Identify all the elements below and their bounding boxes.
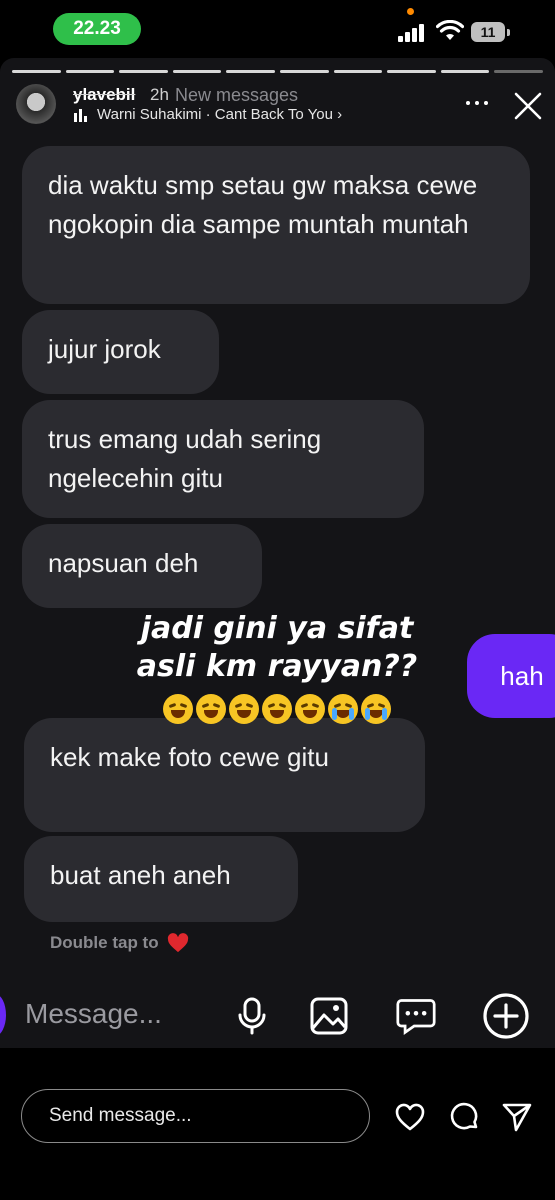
story-time-ago: 2h <box>150 85 169 104</box>
music-track-label[interactable]: Warni Suhakimi · Cant Back To You › <box>97 106 342 123</box>
rofl-emoji <box>163 694 193 724</box>
close-icon[interactable] <box>512 90 544 122</box>
status-bar: 22.23 11 <box>0 0 555 58</box>
caption-line-2: asli km rayyan?? <box>136 649 418 684</box>
rofl-emoji <box>196 694 226 724</box>
heart-icon[interactable] <box>394 1101 426 1133</box>
gallery-icon[interactable] <box>309 996 349 1036</box>
story-view[interactable]: ylavebil 2h New messages Warni Suhakimi … <box>0 58 555 1048</box>
double-tap-hint: Double tap to <box>50 933 189 953</box>
caption-line-1: jadi gini ya sifat <box>140 611 414 646</box>
cellular-signal-icon <box>398 22 428 42</box>
sticker-chat-icon[interactable] <box>396 996 436 1036</box>
music-bars-icon <box>74 109 90 122</box>
rofl-emoji <box>295 694 325 724</box>
send-icon[interactable] <box>501 1101 533 1133</box>
story-overlay-caption: jadi gini ya sifat asli km rayyan?? <box>112 610 442 686</box>
battery-indicator: 11 <box>471 22 510 42</box>
status-time: 22.23 <box>53 13 141 45</box>
double-tap-label: Double tap to <box>50 933 159 952</box>
rofl-emoji <box>229 694 259 724</box>
message-composer: Message... <box>0 986 555 1048</box>
red-heart-icon <box>167 933 188 953</box>
rofl-emoji <box>262 694 292 724</box>
crying-emoji <box>361 694 391 724</box>
avatar[interactable] <box>16 84 56 124</box>
wifi-icon <box>436 20 464 40</box>
message-input[interactable]: Message... <box>25 998 162 1030</box>
add-icon[interactable] <box>482 992 530 1040</box>
message-bubble: dia waktu smp setau gw maksa cewe ngokop… <box>22 146 530 304</box>
microphone-icon[interactable] <box>232 996 272 1036</box>
message-bubble: jujur jorok <box>22 310 219 394</box>
message-bubble: trus emang udah sering ngelecehin gitu <box>22 400 424 518</box>
message-bubble: buat aneh aneh <box>24 836 298 922</box>
story-reply-bar: Send message... <box>0 1048 555 1200</box>
new-messages-label: New messages <box>175 85 299 105</box>
emoji-row <box>146 694 408 724</box>
privacy-indicator-dot <box>407 8 414 15</box>
comment-icon[interactable] <box>448 1101 480 1133</box>
message-bubble: kek make foto cewe gitu <box>24 718 425 832</box>
story-progress-bar <box>12 70 543 73</box>
more-options-icon[interactable] <box>465 98 491 108</box>
send-message-input[interactable]: Send message... <box>21 1089 370 1143</box>
outgoing-message-bubble: hah <box>467 634 555 718</box>
message-bubble: napsuan deh <box>22 524 262 608</box>
camera-button[interactable] <box>0 994 6 1036</box>
crying-emoji <box>328 694 358 724</box>
story-username[interactable]: ylavebil <box>73 85 135 105</box>
